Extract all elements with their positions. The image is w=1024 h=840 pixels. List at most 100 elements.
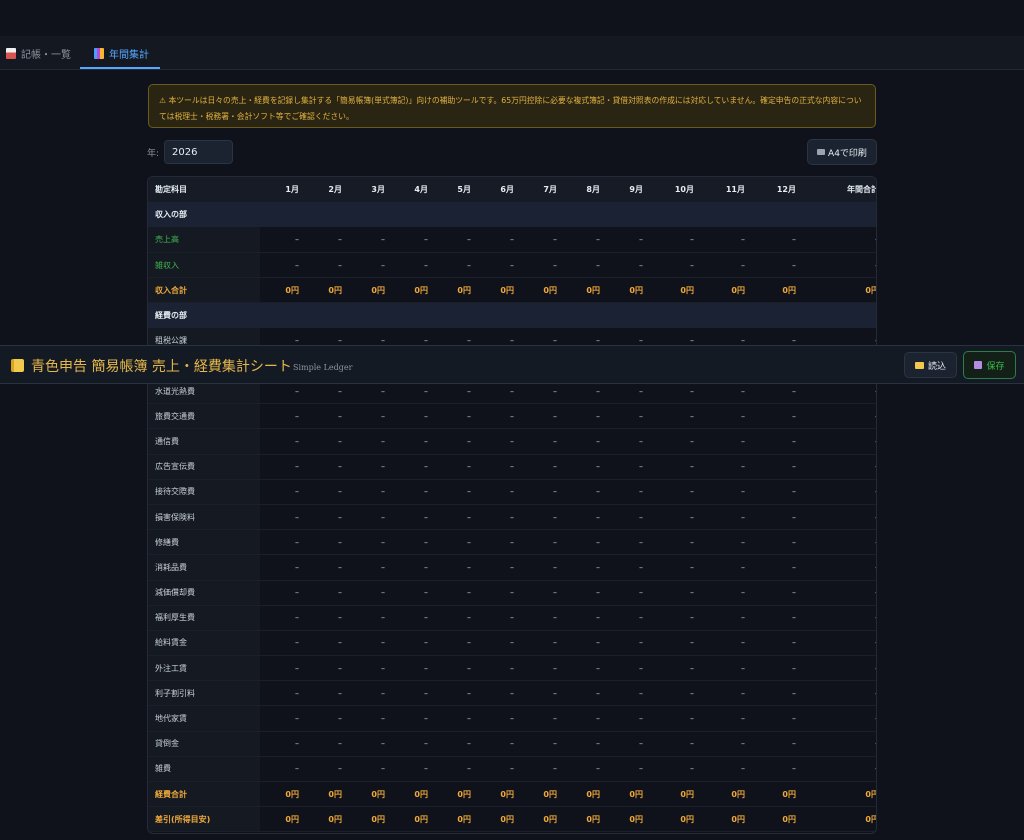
tab-ledger[interactable]: 記帳・一覧	[0, 36, 77, 70]
table-row: 外注工賃–––––––––––––	[148, 655, 876, 682]
month-value-cell: –	[698, 680, 749, 707]
month-value-cell: –	[647, 630, 698, 657]
account-name: 売上高	[148, 227, 260, 254]
month-value-cell: –	[561, 580, 604, 606]
month-value-cell: –	[432, 630, 475, 657]
column-header: 9月	[604, 177, 647, 203]
month-value-cell: –	[475, 605, 518, 631]
month-value-cell: –	[260, 580, 303, 606]
month-value-cell: 0円	[647, 806, 698, 833]
month-value-cell: –	[432, 403, 475, 430]
month-value-cell: –	[303, 403, 346, 430]
month-value-cell: –	[346, 454, 389, 480]
month-value-cell: –	[475, 428, 518, 455]
month-value-cell: –	[475, 731, 518, 757]
month-value-cell: –	[260, 454, 303, 480]
month-value-cell: –	[389, 454, 432, 480]
month-value-cell: –	[432, 705, 475, 732]
month-value-cell: 0円	[604, 806, 647, 833]
account-name: 旅費交通費	[148, 403, 260, 430]
tab-annual-summary[interactable]: 年間集計	[88, 36, 155, 70]
month-value-cell: –	[346, 580, 389, 606]
month-value-cell: –	[346, 630, 389, 657]
month-value-cell: –	[518, 554, 561, 581]
month-value-cell: –	[432, 756, 475, 783]
month-value-cell: –	[475, 227, 518, 254]
printer-icon	[817, 149, 826, 155]
month-value-cell: –	[303, 630, 346, 657]
month-value-cell: –	[260, 529, 303, 556]
account-name: 貸倒金	[148, 731, 260, 757]
month-value-cell: –	[432, 655, 475, 682]
table-row: 利子割引料–––––––––––––	[148, 680, 876, 707]
annual-total-cell: 0円	[800, 806, 876, 833]
section-label: 収入の部	[148, 202, 876, 228]
annual-summary-table: 勘定科目 1月 2月 3月 4月 5月 6月 7月 8月 9月 10月 11月 12月 年間合計 収入の部…	[147, 176, 877, 834]
month-value-cell: –	[475, 630, 518, 657]
month-value-cell: –	[475, 554, 518, 581]
month-value-cell: –	[389, 504, 432, 531]
month-value-cell: –	[749, 630, 800, 657]
month-value-cell: 0円	[647, 277, 698, 304]
account-name: 広告宣伝費	[148, 454, 260, 480]
month-value-cell: –	[303, 756, 346, 783]
notebook-icon	[11, 359, 24, 372]
annual-total-cell: –	[800, 479, 876, 505]
month-value-cell: –	[432, 454, 475, 480]
annual-total-cell: –	[800, 504, 876, 531]
month-value-cell: –	[749, 655, 800, 682]
month-value-cell: –	[604, 756, 647, 783]
column-header: 年間合計	[800, 177, 876, 203]
month-value-cell: –	[518, 655, 561, 682]
load-button[interactable]: 読込	[904, 352, 957, 378]
month-value-cell: –	[749, 680, 800, 707]
month-value-cell: –	[604, 403, 647, 430]
month-value-cell: –	[518, 630, 561, 657]
month-value-cell: –	[698, 454, 749, 480]
tab-ledger-label: 記帳・一覧	[21, 49, 71, 61]
account-name: 収入合計	[148, 277, 260, 304]
account-name: 修繕費	[148, 529, 260, 556]
month-value-cell: –	[432, 580, 475, 606]
month-value-cell: –	[698, 630, 749, 657]
month-value-cell: –	[260, 479, 303, 505]
month-value-cell: 0円	[561, 806, 604, 833]
month-value-cell: –	[698, 428, 749, 455]
month-value-cell: –	[561, 756, 604, 783]
month-value-cell: –	[260, 756, 303, 783]
month-value-cell: 0円	[647, 780, 698, 808]
month-value-cell: –	[303, 227, 346, 254]
column-header: 1月	[260, 177, 303, 203]
month-value-cell: –	[561, 655, 604, 682]
month-value-cell: –	[698, 227, 749, 254]
month-value-cell: 0円	[698, 806, 749, 833]
month-value-cell: –	[561, 705, 604, 732]
account-name: 地代家賃	[148, 705, 260, 732]
month-value-cell: 0円	[346, 780, 389, 808]
account-name: 通信費	[148, 428, 260, 455]
column-header: 10月	[647, 177, 698, 203]
month-value-cell: –	[518, 731, 561, 757]
column-header-account: 勘定科目	[148, 177, 260, 203]
month-value-cell: –	[475, 454, 518, 480]
month-value-cell: 0円	[389, 806, 432, 833]
print-a4-button[interactable]: A4で印刷	[807, 139, 877, 165]
month-value-cell: –	[475, 655, 518, 682]
month-value-cell: –	[698, 580, 749, 606]
month-value-cell: –	[432, 479, 475, 505]
month-value-cell: –	[346, 554, 389, 581]
table-row: 給料賃金–––––––––––––	[148, 630, 876, 657]
month-value-cell: –	[647, 554, 698, 581]
year-input[interactable]	[164, 140, 233, 164]
month-value-cell: –	[432, 605, 475, 631]
month-value-cell: –	[303, 655, 346, 682]
save-button[interactable]: 保存	[963, 351, 1016, 379]
month-value-cell: –	[389, 705, 432, 732]
total-row: 差引(所得目安)0円0円0円0円0円0円0円0円0円0円0円0円0円	[148, 806, 876, 833]
document-icon	[6, 47, 16, 59]
table-row: 売上高–––––––––––––	[148, 227, 876, 254]
month-value-cell: –	[561, 454, 604, 480]
month-value-cell: –	[475, 504, 518, 531]
load-button-label: 読込	[927, 361, 946, 372]
month-value-cell: –	[561, 605, 604, 631]
